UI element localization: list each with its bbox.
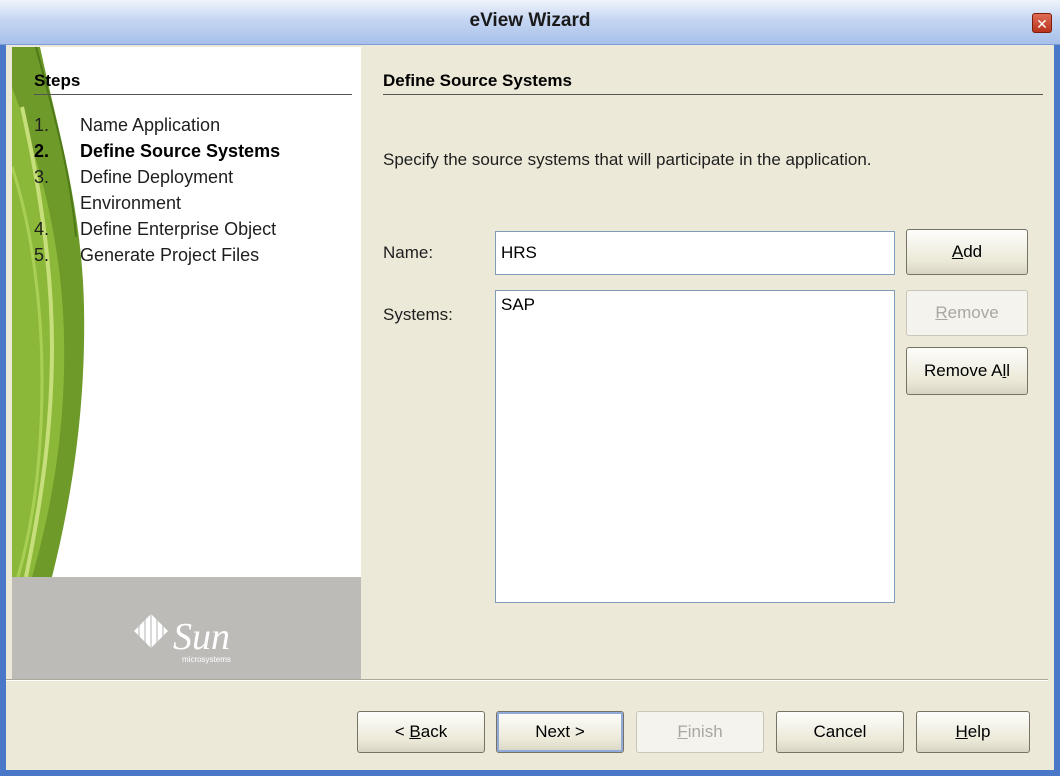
finish-button[interactable]: Finish bbox=[636, 711, 764, 753]
remove-all-button[interactable]: Remove All bbox=[906, 347, 1028, 395]
close-icon[interactable]: ✕ bbox=[1032, 13, 1052, 33]
step-number: 2. bbox=[34, 141, 50, 161]
step-label: Generate Project Files bbox=[80, 245, 260, 265]
step-label: Define Enterprise Object bbox=[80, 219, 277, 239]
step-label: Name Application bbox=[80, 115, 221, 135]
systems-list[interactable]: SAP bbox=[495, 290, 895, 603]
name-label: Name: bbox=[383, 243, 434, 262]
branding-band: Sun microsystems bbox=[12, 577, 361, 679]
help-button[interactable]: Help bbox=[916, 711, 1030, 753]
footer-separator bbox=[6, 679, 1048, 681]
logo-subtitle: microsystems bbox=[182, 655, 231, 664]
systems-label: Systems: bbox=[383, 305, 453, 324]
list-item[interactable]: SAP bbox=[501, 295, 889, 315]
steps-header: Steps bbox=[34, 71, 352, 95]
sun-diamond-icon bbox=[134, 614, 168, 648]
steps-panel: Steps 1. Name Application 2. Define Sour… bbox=[12, 47, 361, 679]
step-number: 3. bbox=[34, 167, 50, 187]
logo-word: Sun bbox=[173, 616, 230, 658]
name-input[interactable] bbox=[495, 231, 895, 275]
step-label: Define Source Systems bbox=[80, 141, 281, 161]
page-title: Define Source Systems bbox=[383, 71, 1043, 95]
back-button[interactable]: < Back bbox=[357, 711, 485, 753]
sun-logo-icon: Sun microsystems bbox=[134, 613, 252, 665]
step-number: 1. bbox=[34, 115, 50, 135]
title-bar[interactable]: eView Wizard ✕ bbox=[0, 0, 1060, 45]
window-title: eView Wizard bbox=[469, 10, 591, 31]
step-number: 4. bbox=[34, 219, 50, 239]
step-label: Environment bbox=[80, 193, 182, 213]
step-label: Define Deployment bbox=[80, 167, 234, 187]
add-button[interactable]: Add bbox=[906, 229, 1028, 275]
remove-button[interactable]: Remove bbox=[906, 290, 1028, 336]
instructions-text: Specify the source systems that will par… bbox=[383, 150, 872, 169]
cancel-button[interactable]: Cancel bbox=[776, 711, 904, 753]
next-button[interactable]: Next > bbox=[496, 711, 624, 753]
step-number: 5. bbox=[34, 245, 50, 265]
